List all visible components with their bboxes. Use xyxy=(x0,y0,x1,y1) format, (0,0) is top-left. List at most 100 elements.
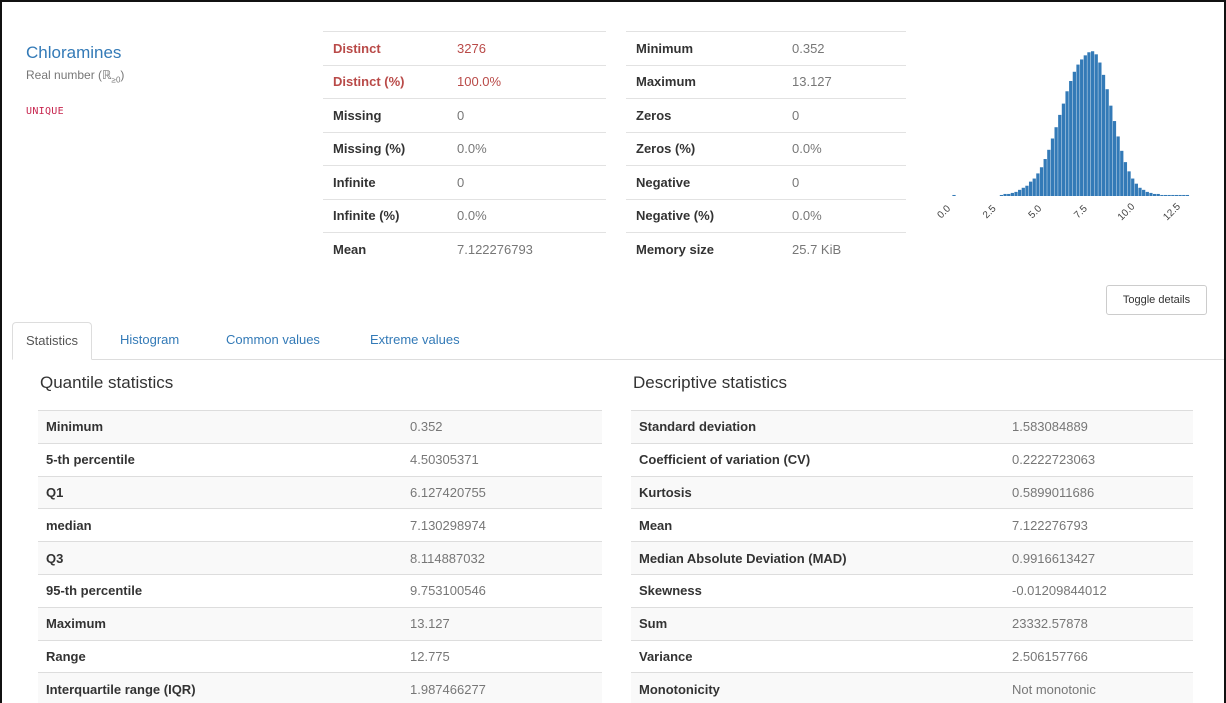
histogram-bar xyxy=(1131,178,1135,196)
histogram-bar xyxy=(1178,194,1182,196)
overview-row: Missing (%) 0.0% xyxy=(323,131,606,166)
overview-row-value: 0 xyxy=(457,98,606,132)
histogram-bar xyxy=(1174,194,1179,196)
quantile-row-value: 1.987466277 xyxy=(410,672,602,703)
histogram-bar xyxy=(1185,194,1190,196)
descriptive-row-label: Skewness xyxy=(631,573,1012,608)
descriptive-row-value: -0.01209844012 xyxy=(1012,573,1193,608)
overview-row: Infinite 0 xyxy=(323,165,606,199)
histogram-bar xyxy=(1036,173,1040,196)
overview-row-label: Negative xyxy=(626,165,792,199)
histogram-bar xyxy=(1007,193,1011,196)
histogram-bar xyxy=(1028,181,1033,196)
overview-row: Distinct 3276 xyxy=(323,31,606,65)
overview-row-label: Missing (%) xyxy=(323,131,457,166)
descriptive-row-value: 1.583084889 xyxy=(1012,410,1193,444)
variable-type-suffix: ) xyxy=(120,68,125,82)
overview-row-value: 13.127 xyxy=(792,64,906,99)
overview-row: Distinct (%) 100.0% xyxy=(323,64,606,99)
mini-histogram-chart: 0.0 2.5 5.0 7.5 10.0 12.5 xyxy=(936,51,1190,223)
histogram-bar xyxy=(1120,150,1124,196)
quantile-row-value: 9.753100546 xyxy=(410,573,602,608)
histogram-bar xyxy=(1123,162,1128,196)
descriptive-row: Sum 23332.57878 xyxy=(631,606,1193,641)
histogram-bar xyxy=(1145,191,1149,196)
histogram-bar xyxy=(1058,114,1062,196)
quantile-row: Interquartile range (IQR) 1.987466277 xyxy=(38,672,602,703)
histogram-bar xyxy=(1134,183,1138,196)
descriptive-row: Monotonicity Not monotonic xyxy=(631,672,1193,703)
descriptive-row-label: Mean xyxy=(631,508,1012,542)
descriptive-row-value: 2.506157766 xyxy=(1012,639,1193,673)
histogram-bar xyxy=(1021,187,1025,196)
quantile-row-label: Range xyxy=(38,639,410,673)
overview-row-label: Mean xyxy=(323,232,457,266)
histogram-tick-label: 12.5 xyxy=(1161,201,1183,223)
quantile-row: Q1 6.127420755 xyxy=(38,475,602,509)
overview-row: Maximum 13.127 xyxy=(626,64,906,99)
descriptive-row-label: Median Absolute Deviation (MAD) xyxy=(631,541,1012,575)
histogram-bar xyxy=(1087,52,1091,197)
histogram-bar xyxy=(1167,194,1171,196)
histogram-bar xyxy=(1101,74,1106,196)
descriptive-row: Median Absolute Deviation (MAD) 0.9916613… xyxy=(631,541,1193,575)
descriptive-row-label: Standard deviation xyxy=(631,410,1012,444)
overview-row-label: Zeros xyxy=(626,98,792,132)
histogram-bar xyxy=(1032,178,1036,196)
overview-row-label: Memory size xyxy=(626,232,792,266)
detail-tabs: Statistics Histogram Common values Extre… xyxy=(12,322,1224,360)
overview-row-label: Zeros (%) xyxy=(626,131,792,166)
overview-row: Missing 0 xyxy=(323,98,606,132)
variable-type-prefix: Real number (ℝ xyxy=(26,68,112,82)
overview-row: Zeros 0 xyxy=(626,98,906,132)
quantile-row-label: median xyxy=(38,508,410,542)
histogram-bar xyxy=(1047,149,1051,196)
tab-common-values[interactable]: Common values xyxy=(226,322,320,360)
variable-name-link[interactable]: Chloramines xyxy=(26,43,121,63)
histogram-bar xyxy=(1090,51,1095,197)
overview-row-label: Infinite xyxy=(323,165,457,199)
quantile-row-label: Maximum xyxy=(38,606,410,641)
histogram-bar xyxy=(1076,64,1080,196)
histogram-tick-label: 0.0 xyxy=(936,203,953,221)
overview-row-value: 25.7 KiB xyxy=(792,232,906,266)
overview-row-label: Missing xyxy=(323,98,457,132)
quantile-row-label: 95-th percentile xyxy=(38,573,410,608)
overview-row-value: 0.0% xyxy=(792,198,906,233)
quantile-row: Maximum 13.127 xyxy=(38,606,602,641)
descriptive-statistics-table: Standard deviation 1.583084889 Coefficient… xyxy=(631,410,1193,703)
histogram-bar xyxy=(1138,187,1142,196)
overview-table-right: Minimum 0.352 Maximum 13.127 Zeros 0 Zeros (%)… xyxy=(626,31,906,266)
quantile-row-value: 13.127 xyxy=(410,606,602,641)
descriptive-row-value: 0.5899011686 xyxy=(1012,475,1193,509)
descriptive-row: Variance 2.506157766 xyxy=(631,639,1193,673)
histogram-bar xyxy=(1152,193,1157,196)
histogram-bar xyxy=(1182,194,1186,196)
quantile-row-value: 12.775 xyxy=(410,639,602,673)
histogram-bar xyxy=(1094,54,1098,196)
histogram-bar xyxy=(1109,105,1113,196)
descriptive-row-label: Monotonicity xyxy=(631,672,1012,703)
quantile-row-label: 5-th percentile xyxy=(38,442,410,477)
overview-row-label: Maximum xyxy=(626,64,792,99)
histogram-tick-label: 10.0 xyxy=(1116,201,1138,223)
histogram-bar xyxy=(1072,71,1076,196)
overview-row-value: 0 xyxy=(792,165,906,199)
histogram-bar xyxy=(1039,167,1044,196)
tab-statistics[interactable]: Statistics xyxy=(12,322,93,360)
descriptive-row: Coefficient of variation (CV) 0.222272306… xyxy=(631,442,1193,477)
histogram-bar xyxy=(1003,193,1007,196)
tab-extreme-values[interactable]: Extreme values xyxy=(370,322,460,360)
quantile-row: 95-th percentile 9.753100546 xyxy=(38,573,602,608)
toggle-details-button[interactable]: Toggle details xyxy=(1106,285,1207,315)
histogram-bar xyxy=(1149,192,1153,196)
descriptive-row-value: 7.122276793 xyxy=(1012,508,1193,542)
quantile-row-label: Q3 xyxy=(38,541,410,575)
overview-row-value: 100.0% xyxy=(457,64,606,99)
histogram-bar xyxy=(1061,103,1066,196)
quantile-statistics-title: Quantile statistics xyxy=(40,373,174,392)
tab-histogram[interactable]: Histogram xyxy=(120,322,179,360)
histogram-bar xyxy=(1083,55,1087,196)
descriptive-row-label: Kurtosis xyxy=(631,475,1012,509)
histogram-bar xyxy=(1069,81,1073,196)
